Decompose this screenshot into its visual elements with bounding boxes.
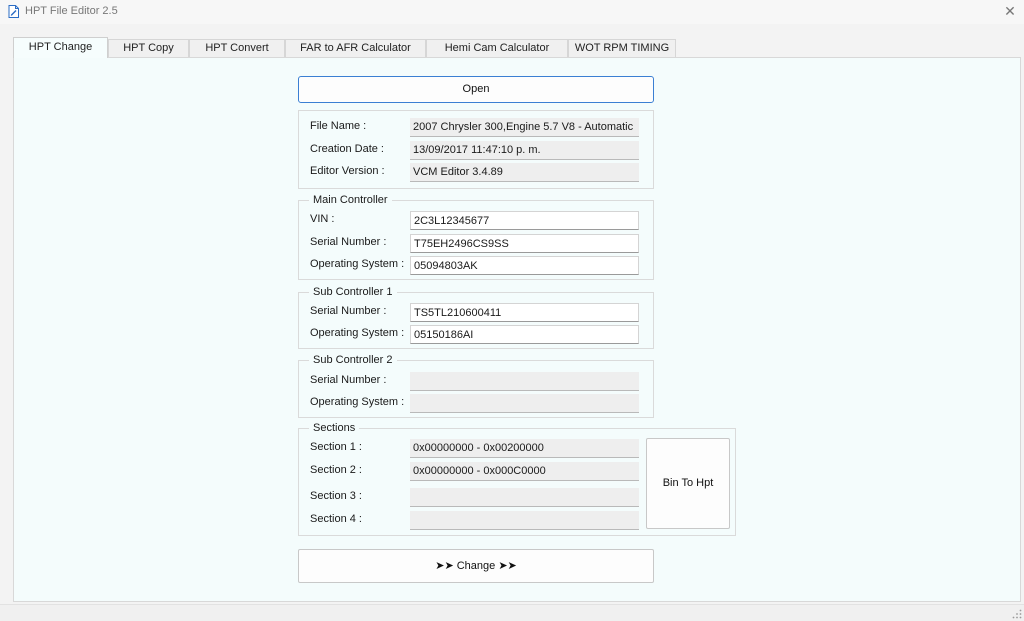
tab-hpt-convert[interactable]: HPT Convert: [189, 39, 285, 57]
section-3-label: Section 3 :: [310, 490, 362, 502]
section-4-field: [410, 511, 639, 530]
tab-hemi-cam-calculator[interactable]: Hemi Cam Calculator: [426, 39, 568, 57]
section-1-field: 0x00000000 - 0x00200000: [410, 439, 639, 458]
section-1-label: Section 1 :: [310, 441, 362, 453]
sub-controller-2-title: Sub Controller 2: [309, 353, 397, 367]
editor-version-label: Editor Version :: [310, 165, 385, 177]
section-4-label: Section 4 :: [310, 513, 362, 525]
tab-wot-rpm-timing[interactable]: WOT RPM TIMING: [568, 39, 676, 57]
editor-version-field: VCM Editor 3.4.89: [410, 163, 639, 182]
file-name-field: 2007 Chrysler 300,Engine 5.7 V8 - Automa…: [410, 118, 639, 137]
window-title: HPT File Editor 2.5: [25, 5, 118, 17]
sub2-os-field: [410, 394, 639, 413]
tab-far-afr-calculator[interactable]: FAR to AFR Calculator: [285, 39, 426, 57]
creation-date-label: Creation Date :: [310, 143, 384, 155]
vin-label: VIN :: [310, 213, 335, 225]
main-serial-input[interactable]: T75EH2496CS9SS: [410, 234, 639, 253]
status-bar: [0, 604, 1024, 621]
sub1-os-input[interactable]: 05150186AI: [410, 325, 639, 344]
creation-date-field: 13/09/2017 11:47:10 p. m.: [410, 141, 639, 160]
sections-title: Sections: [309, 421, 360, 435]
sub1-serial-label: Serial Number :: [310, 305, 387, 317]
sub-controller-1-title: Sub Controller 1: [309, 285, 397, 299]
section-2-label: Section 2 :: [310, 464, 362, 476]
sub2-os-label: Operating System :: [310, 396, 405, 408]
main-os-input[interactable]: 05094803AK: [410, 256, 639, 275]
tab-hpt-change[interactable]: HPT Change: [13, 37, 108, 58]
section-2-field: 0x00000000 - 0x000C0000: [410, 462, 639, 481]
document-edit-icon: [8, 5, 19, 18]
section-3-field: [410, 488, 639, 507]
title-bar: HPT File Editor 2.5 ✕: [0, 0, 1024, 24]
resize-grip-icon[interactable]: [1012, 609, 1022, 619]
vin-input[interactable]: 2C3L12345677: [410, 211, 639, 230]
main-controller-title: Main Controller: [309, 193, 392, 207]
close-icon[interactable]: ✕: [1002, 3, 1018, 19]
sub1-os-label: Operating System :: [310, 327, 405, 339]
main-os-label: Operating System :: [310, 258, 405, 270]
sub2-serial-field: [410, 372, 639, 391]
main-serial-label: Serial Number :: [310, 236, 387, 248]
change-button[interactable]: ➤➤ Change ➤➤: [298, 549, 654, 583]
sub1-serial-input[interactable]: TS5TL210600411: [410, 303, 639, 322]
bin-to-hpt-button[interactable]: Bin To Hpt: [646, 438, 730, 529]
open-button[interactable]: Open: [298, 76, 654, 103]
sub2-serial-label: Serial Number :: [310, 374, 387, 386]
tab-hpt-copy[interactable]: HPT Copy: [108, 39, 189, 57]
file-name-label: File Name :: [310, 120, 367, 132]
